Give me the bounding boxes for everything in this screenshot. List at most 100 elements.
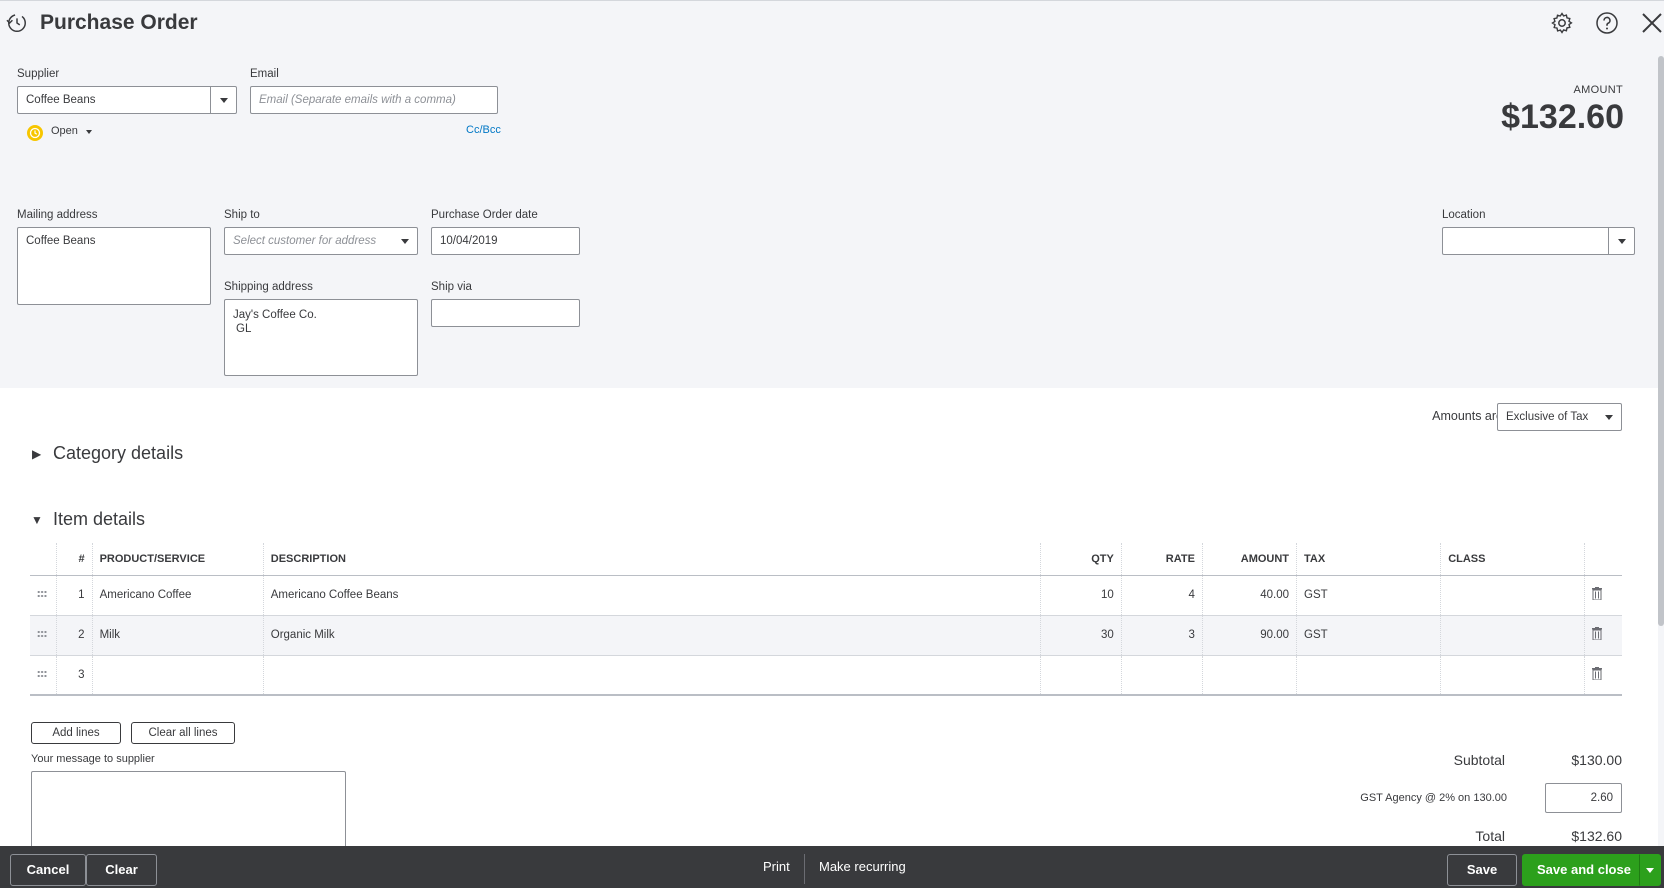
row-number: 1 (56, 575, 93, 616)
message-textarea[interactable] (31, 771, 346, 851)
ship-via-input[interactable] (431, 299, 580, 327)
expand-triangle-icon[interactable]: ▶ (32, 447, 41, 461)
row-number: 3 (56, 655, 93, 696)
row-class[interactable] (1440, 615, 1586, 656)
row-delete[interactable] (1584, 615, 1622, 656)
row-qty[interactable]: 10 (1040, 575, 1122, 616)
table-row[interactable]: 2 Milk Organic Milk 30 3 90.00 GST (30, 615, 1622, 656)
status-label: Open (51, 125, 78, 137)
clear-button[interactable]: Clear (86, 854, 157, 886)
po-date-value: 10/04/2019 (440, 235, 498, 247)
row-description[interactable]: Americano Coffee Beans (263, 575, 1041, 616)
amounts-are-select[interactable]: Exclusive of Tax (1497, 403, 1622, 431)
row-description[interactable]: Organic Milk (263, 615, 1041, 656)
trash-icon[interactable] (1592, 587, 1603, 600)
row-class[interactable] (1440, 575, 1586, 616)
amounts-are-value: Exclusive of Tax (1506, 411, 1589, 423)
chevron-down-icon[interactable] (210, 87, 236, 113)
ship-to-label: Ship to (224, 209, 260, 221)
row-qty[interactable]: 30 (1040, 615, 1122, 656)
save-and-close-button[interactable]: Save and close (1522, 854, 1646, 886)
row-tax[interactable]: GST (1296, 615, 1442, 656)
row-amount[interactable]: 90.00 (1202, 615, 1298, 656)
category-details-toggle[interactable]: Category details (53, 443, 183, 464)
chevron-down-icon (1646, 868, 1654, 873)
row-class[interactable] (1440, 655, 1586, 696)
row-tax[interactable]: GST (1296, 575, 1442, 616)
item-details-toggle[interactable]: Item details (53, 509, 145, 530)
cc-bcc-link[interactable]: Cc/Bcc (466, 124, 501, 136)
chevron-down-icon[interactable] (1608, 228, 1634, 254)
row-number: 2 (56, 615, 93, 656)
cancel-button[interactable]: Cancel (10, 854, 86, 886)
location-select[interactable] (1442, 227, 1635, 255)
row-description[interactable] (263, 655, 1041, 696)
tax-amount-input[interactable]: 2.60 (1545, 783, 1622, 813)
tax-amount-value: 2.60 (1590, 792, 1613, 804)
supplier-select[interactable]: Coffee Beans (17, 86, 237, 114)
shipping-address-textarea[interactable]: Jay's Coffee Co. GL (224, 299, 418, 376)
row-tax[interactable] (1296, 655, 1442, 696)
item-details-table: # PRODUCT/SERVICE DESCRIPTION QTY RATE A… (30, 543, 1622, 696)
po-date-input[interactable]: 10/04/2019 (431, 227, 580, 255)
message-label: Your message to supplier (31, 753, 155, 765)
col-handle (30, 543, 57, 576)
close-icon[interactable] (1640, 11, 1664, 35)
clear-all-lines-button[interactable]: Clear all lines (131, 722, 235, 744)
ship-to-select[interactable]: Select customer for address (224, 227, 418, 255)
col-qty: QTY (1040, 543, 1122, 576)
drag-handle-icon[interactable] (37, 590, 47, 598)
amounts-are-label: Amounts are (1432, 409, 1503, 423)
row-qty[interactable] (1040, 655, 1122, 696)
drag-handle-icon[interactable] (37, 669, 47, 678)
save-button[interactable]: Save (1447, 854, 1517, 886)
total-value: $132.60 (1571, 828, 1622, 844)
col-description: DESCRIPTION (263, 543, 1041, 576)
save-options-dropdown[interactable] (1639, 854, 1661, 886)
ship-to-placeholder: Select customer for address (233, 235, 377, 247)
row-product[interactable] (92, 655, 264, 696)
page-title: Purchase Order (40, 11, 198, 34)
row-rate[interactable]: 4 (1121, 575, 1203, 616)
row-product[interactable]: Americano Coffee (92, 575, 264, 616)
subtotal-label: Subtotal (1453, 752, 1505, 768)
collapse-triangle-icon[interactable]: ▼ (31, 513, 43, 527)
gear-icon[interactable] (1550, 11, 1574, 35)
add-lines-button[interactable]: Add lines (31, 722, 121, 744)
col-rate: RATE (1121, 543, 1203, 576)
recent-transactions-icon[interactable] (6, 12, 28, 34)
subtotal-value: $130.00 (1571, 752, 1622, 768)
drag-handle-icon[interactable] (37, 630, 47, 638)
email-placeholder: Email (Separate emails with a comma) (259, 94, 456, 106)
help-icon[interactable] (1595, 11, 1619, 35)
supplier-label: Supplier (17, 68, 60, 80)
trash-icon[interactable] (1592, 666, 1603, 680)
mailing-address-label: Mailing address (17, 209, 98, 221)
table-row[interactable]: 3 (30, 655, 1622, 696)
scrollbar-thumb[interactable] (1658, 56, 1664, 626)
col-class: CLASS (1440, 543, 1586, 576)
row-amount[interactable] (1202, 655, 1298, 696)
col-product: PRODUCT/SERVICE (92, 543, 264, 576)
row-product[interactable]: Milk (92, 615, 264, 656)
row-rate[interactable] (1121, 655, 1203, 696)
tax-agency-label: GST Agency @ 2% on 130.00 (1360, 792, 1507, 804)
mailing-address-textarea[interactable]: Coffee Beans (17, 227, 211, 305)
email-input[interactable]: Email (Separate emails with a comma) (250, 86, 498, 114)
trash-icon[interactable] (1592, 627, 1603, 640)
table-row[interactable]: 1 Americano Coffee Americano Coffee Bean… (30, 575, 1622, 616)
row-amount[interactable]: 40.00 (1202, 575, 1298, 616)
row-drag-handle[interactable] (30, 655, 57, 696)
col-amount: AMOUNT (1202, 543, 1298, 576)
row-drag-handle[interactable] (30, 615, 57, 656)
print-button[interactable]: Print (763, 859, 790, 874)
caret-down-icon (85, 130, 92, 134)
row-delete[interactable] (1584, 575, 1622, 616)
row-rate[interactable]: 3 (1121, 615, 1203, 656)
status-dropdown[interactable]: Open (51, 125, 92, 137)
mailing-address-value: Coffee Beans (26, 235, 96, 247)
make-recurring-button[interactable]: Make recurring (819, 859, 906, 874)
row-delete[interactable] (1584, 655, 1622, 696)
row-drag-handle[interactable] (30, 575, 57, 616)
status-icon (26, 124, 44, 142)
